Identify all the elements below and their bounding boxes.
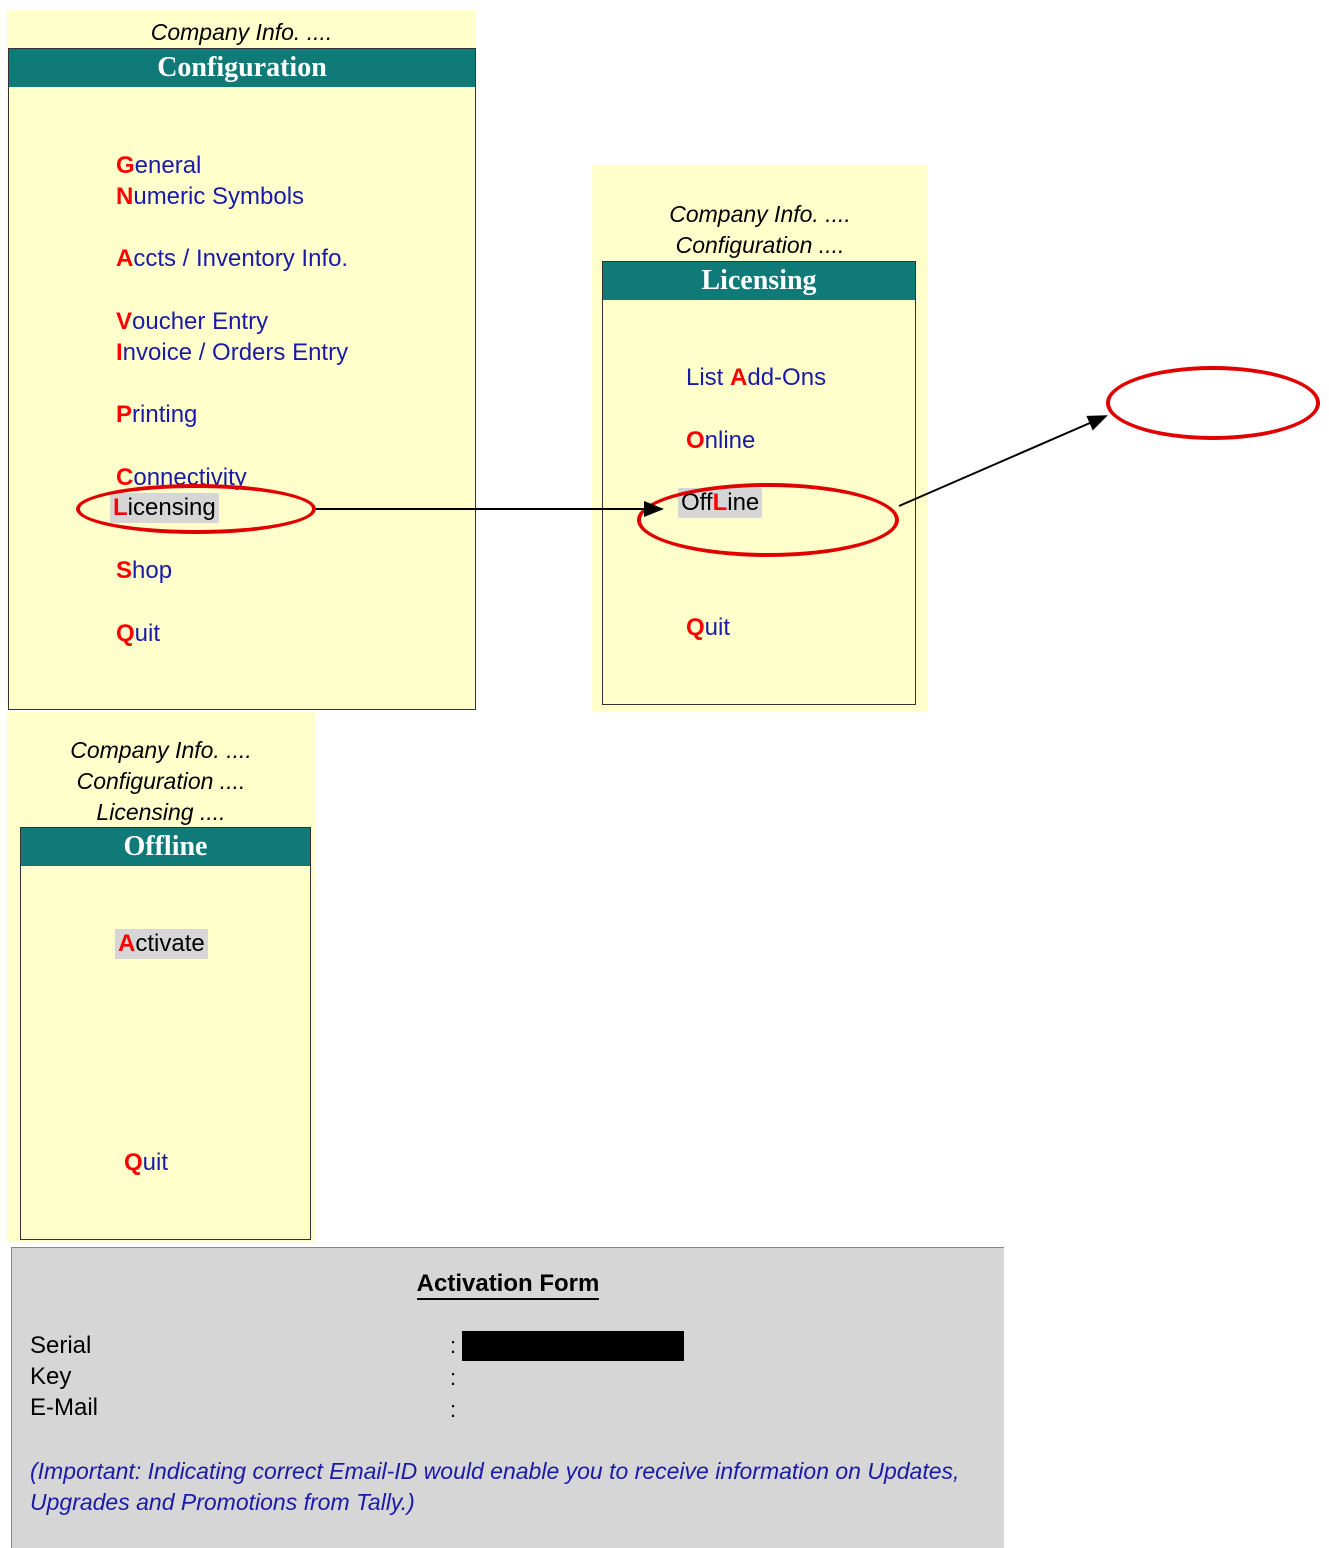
- serial-label: Serial: [30, 1332, 92, 1359]
- breadcrumb: Licensing ....: [96, 799, 226, 825]
- annotation-ellipse-offline: [637, 483, 899, 557]
- menu-item-voucher-entry[interactable]: Voucher Entry: [116, 307, 268, 337]
- arrow-offline-to-target: [898, 415, 1108, 507]
- important-note: (Important: Indicating correct Email-ID …: [30, 1458, 960, 1515]
- menu-item-printing[interactable]: Printing: [116, 400, 197, 430]
- menu-item-quit[interactable]: Quit: [116, 619, 160, 649]
- key-colon: :: [450, 1365, 457, 1390]
- breadcrumb: Company Info. ....: [70, 737, 252, 763]
- serial-colon: :: [450, 1333, 457, 1358]
- menu-item-quit[interactable]: Quit: [124, 1148, 168, 1178]
- offline-menu: Offline Activate Quit: [20, 827, 311, 1240]
- menu-item-activate[interactable]: Activate: [115, 929, 208, 959]
- serial-field-redacted[interactable]: [462, 1331, 684, 1361]
- menu-item-accts-inventory-info[interactable]: Accts / Inventory Info.: [116, 244, 348, 274]
- email-field[interactable]: [462, 1394, 684, 1422]
- menu-title: Offline: [21, 828, 310, 866]
- menu-item-shop[interactable]: Shop: [116, 556, 172, 586]
- email-colon: :: [450, 1397, 457, 1422]
- activation-form: Activation Form Serial : Key : E-Mail : …: [11, 1247, 1004, 1548]
- menu-item-quit[interactable]: Quit: [686, 613, 730, 643]
- key-label: Key: [30, 1363, 72, 1390]
- menu-title: Configuration: [9, 49, 475, 87]
- menu-item-general[interactable]: General: [116, 151, 201, 181]
- email-label: E-Mail: [30, 1394, 99, 1421]
- menu-item-numeric-symbols[interactable]: Numeric Symbols: [116, 182, 304, 212]
- breadcrumb: Configuration ....: [76, 768, 246, 794]
- annotation-ellipse-target: [1106, 366, 1320, 440]
- configuration-menu: Configuration General Numeric Symbols Ac…: [8, 48, 476, 710]
- menu-item-invoice-orders-entry[interactable]: Invoice / Orders Entry: [116, 338, 348, 368]
- breadcrumb: Company Info. ....: [150, 19, 333, 45]
- menu-item-list-add-ons[interactable]: List Add-Ons: [686, 363, 826, 393]
- breadcrumb: Configuration ....: [675, 232, 845, 258]
- breadcrumb: Company Info. ....: [669, 201, 851, 227]
- menu-item-online[interactable]: Online: [686, 426, 755, 456]
- menu-title: Licensing: [603, 262, 915, 300]
- annotation-ellipse-licensing: [76, 484, 316, 534]
- key-field[interactable]: [462, 1363, 684, 1391]
- form-title: Activation Form: [416, 1270, 600, 1300]
